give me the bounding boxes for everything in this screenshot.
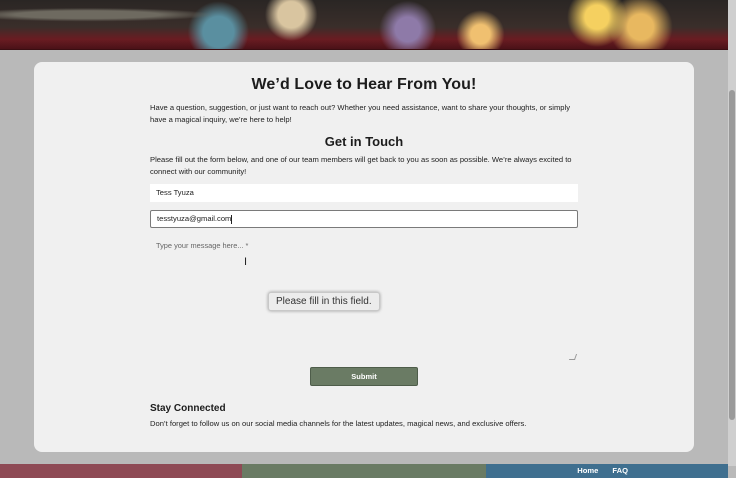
footer-segment-1 xyxy=(0,464,242,478)
resize-grip-icon[interactable] xyxy=(568,354,578,360)
section-title: Get in Touch xyxy=(324,134,404,149)
stay-connected-title: Stay Connected xyxy=(150,403,226,414)
footer-bar: Home FAQ xyxy=(0,464,728,478)
scrollbar-thumb[interactable] xyxy=(729,90,735,420)
message-textarea[interactable]: Type your message here... * I Please fil… xyxy=(150,236,578,362)
submit-button[interactable]: Submit xyxy=(310,367,418,386)
text-caret xyxy=(231,214,233,224)
footer-nav: Home FAQ xyxy=(577,466,628,475)
footer-link-faq[interactable]: FAQ xyxy=(612,466,628,475)
message-placeholder: Type your message here... * xyxy=(156,241,249,250)
contact-card: We’d Love to Hear From You! Have a quest… xyxy=(34,62,694,452)
footer-segment-3: Home FAQ xyxy=(486,464,728,478)
name-field[interactable]: Tess Tyuza xyxy=(150,184,578,202)
name-field-value: Tess Tyuza xyxy=(156,188,194,197)
email-field-value: tesstyuza@gmail.com xyxy=(157,214,232,223)
text-cursor-icon: I xyxy=(244,256,248,268)
intro-text: Have a question, suggestion, or just wan… xyxy=(150,103,570,124)
footer-segment-2 xyxy=(242,464,486,478)
stay-connected-note: Don’t forget to follow us on our social … xyxy=(150,419,527,428)
footer-link-home[interactable]: Home xyxy=(577,466,598,475)
page-scrollbar[interactable] xyxy=(728,0,736,466)
validation-tooltip: Please fill in this field. xyxy=(268,292,380,311)
page-title: We’d Love to Hear From You! xyxy=(251,76,477,93)
header-banner-image xyxy=(0,0,728,50)
form-instructions: Please fill out the form below, and one … xyxy=(150,155,572,176)
email-field[interactable]: tesstyuza@gmail.com xyxy=(150,210,578,228)
